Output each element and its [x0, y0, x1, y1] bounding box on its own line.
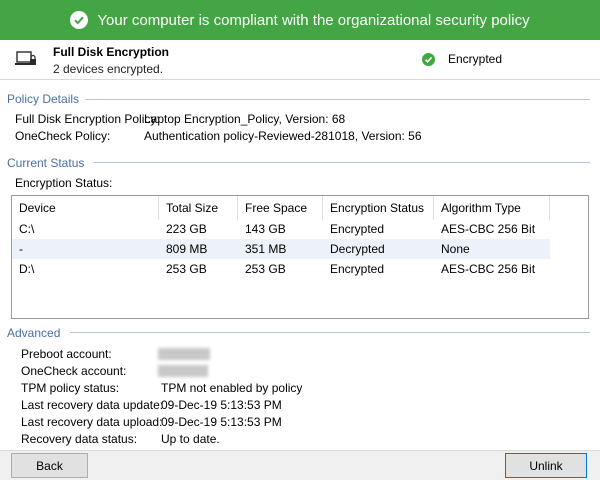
policy-details-divider: [85, 99, 590, 100]
back-button[interactable]: Back: [11, 453, 88, 478]
free-space-cell: 143 GB: [245, 222, 286, 236]
fde-policy-label: Full Disk Encryption Policy:: [15, 112, 160, 126]
free-space-cell: 253 GB: [245, 262, 286, 276]
column-header-encryption-status[interactable]: Encryption Status: [323, 196, 434, 220]
check-circle-icon: [70, 11, 89, 29]
footer-bar: Back Unlink: [0, 450, 600, 480]
last-recovery-update-value: 09-Dec-19 5:13:53 PM: [161, 398, 282, 412]
encryption-status-cell: Decrypted: [330, 242, 385, 256]
policy-details-title: Policy Details: [7, 92, 80, 106]
last-recovery-upload-value: 09-Dec-19 5:13:53 PM: [161, 415, 282, 429]
device-cell: C:\: [19, 222, 35, 236]
current-status-title: Current Status: [7, 156, 85, 170]
encryption-table[interactable]: Device Total Size Free Space Encryption …: [11, 195, 589, 319]
compliance-banner: Your computer is compliant with the orga…: [0, 0, 600, 40]
total-size-cell: 809 MB: [166, 242, 208, 256]
last-recovery-update-label: Last recovery data update:: [21, 398, 164, 412]
advanced-title: Advanced: [7, 326, 61, 340]
column-header-free-space[interactable]: Free Space: [238, 196, 323, 220]
fde-header: Full Disk Encryption 2 devices encrypted…: [0, 40, 600, 80]
preboot-account-label: Preboot account:: [21, 347, 112, 361]
device-cell: -: [19, 242, 23, 256]
algorithm-type-cell: AES-CBC 256 Bit: [441, 222, 536, 236]
free-space-cell: 351 MB: [245, 242, 287, 256]
algorithm-type-cell: None: [441, 242, 470, 256]
onecheck-account-redacted: [158, 365, 208, 377]
onecheck-account-label: OneCheck account:: [21, 364, 127, 378]
unlink-button[interactable]: Unlink: [505, 453, 587, 478]
recovery-data-status-label: Recovery data status:: [21, 432, 138, 446]
algorithm-type-cell: AES-CBC 256 Bit: [441, 262, 536, 276]
fde-subtitle: 2 devices encrypted.: [53, 62, 164, 76]
onecheck-policy-label: OneCheck Policy:: [15, 129, 111, 143]
preboot-account-redacted: [158, 348, 210, 360]
laptop-lock-icon: [15, 51, 36, 65]
last-recovery-upload-label: Last recovery data upload:: [21, 415, 163, 429]
column-header-device[interactable]: Device: [12, 196, 159, 220]
column-header-algorithm-type[interactable]: Algorithm Type: [434, 196, 550, 220]
current-status-divider: [93, 162, 590, 163]
banner-text: Your computer is compliant with the orga…: [97, 11, 530, 29]
onecheck-policy-value: Authentication policy-Reviewed-281018, V…: [144, 129, 422, 143]
total-size-cell: 253 GB: [166, 262, 207, 276]
tpm-policy-status-label: TPM policy status:: [21, 381, 120, 395]
table-row[interactable]: D:\ 253 GB 253 GB Encrypted AES-CBC 256 …: [12, 259, 550, 279]
tpm-policy-status-value: TPM not enabled by policy: [161, 381, 303, 395]
check-circle-icon: [422, 53, 435, 66]
table-row[interactable]: - 809 MB 351 MB Decrypted None: [12, 239, 550, 259]
encryption-status-label: Encryption Status:: [15, 176, 113, 190]
advanced-divider: [70, 332, 590, 333]
encryption-status-cell: Encrypted: [330, 262, 385, 276]
total-size-cell: 223 GB: [166, 222, 207, 236]
header-divider: [0, 79, 600, 80]
encryption-status-cell: Encrypted: [330, 222, 385, 236]
encryption-status-badge: Encrypted: [448, 52, 503, 66]
recovery-data-status-value: Up to date.: [161, 432, 220, 446]
column-header-total-size[interactable]: Total Size: [159, 196, 238, 220]
device-cell: D:\: [19, 262, 35, 276]
table-row[interactable]: C:\ 223 GB 143 GB Encrypted AES-CBC 256 …: [12, 219, 550, 239]
fde-title: Full Disk Encryption: [53, 45, 170, 59]
fde-policy-value: Laptop Encryption_Policy, Version: 68: [144, 112, 346, 126]
